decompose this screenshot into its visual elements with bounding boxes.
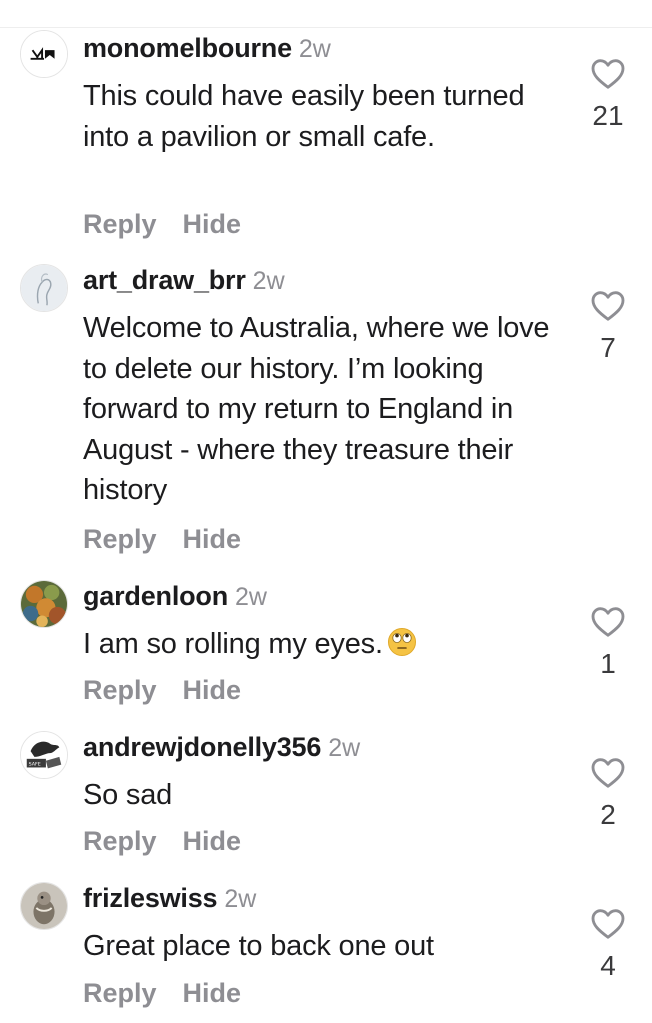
timestamp: 2w [224,885,257,913]
comment-text: Great place to back one out [83,930,434,962]
like-count: 1 [600,648,616,679]
comment-header: andrewjdonelly356 2w [83,729,360,765]
heart-icon[interactable] [590,288,626,322]
heart-icon[interactable] [590,604,626,638]
autumn-leaves-avatar-icon [21,581,67,627]
username[interactable]: monomelbourne [83,33,292,63]
face-with-rolling-eyes-icon [387,627,417,657]
heart-icon[interactable] [590,56,626,90]
heart-icon[interactable] [590,755,626,789]
reply-button[interactable]: Reply [83,209,157,239]
avatar[interactable] [20,264,68,312]
comment-actions: Reply Hide [83,521,267,557]
hide-button[interactable]: Hide [183,675,242,705]
comment-header: monomelbourne 2w [83,30,331,66]
username[interactable]: art_draw_brr [83,265,246,295]
horse-sign-avatar-icon: SAFE [21,732,67,778]
comment-header: frizleswiss 2w [83,880,256,916]
reply-button[interactable]: Reply [83,826,157,856]
timestamp: 2w [328,734,361,762]
avatar[interactable] [20,882,68,930]
like-count: 4 [600,950,616,981]
comment-header: gardenloon 2w [83,578,267,614]
hide-button[interactable]: Hide [183,978,242,1008]
bird-avatar-icon [21,883,67,929]
like-count: 2 [600,799,616,830]
reply-button[interactable]: Reply [83,524,157,554]
comment-actions: Reply Hide [83,823,267,859]
username[interactable]: andrewjdonelly356 [83,732,321,762]
username[interactable]: frizleswiss [83,883,218,913]
timestamp: 2w [235,583,267,611]
avatar[interactable] [20,30,68,78]
avatar[interactable] [20,580,68,628]
comment-text: Welcome to Australia, where we love to d… [83,312,550,507]
username[interactable]: gardenloon [83,581,228,611]
comment-text: So sad [83,779,173,811]
comment-actions: Reply Hide [83,672,267,708]
svg-text:SAFE: SAFE [29,762,41,768]
timestamp: 2w [252,267,285,295]
reply-button[interactable]: Reply [83,675,157,705]
comment-actions: Reply Hide [83,206,267,242]
hide-button[interactable]: Hide [183,826,242,856]
reply-button[interactable]: Reply [83,978,157,1008]
hide-button[interactable]: Hide [183,524,242,554]
like-count: 7 [600,332,616,363]
comment-header: art_draw_brr 2w [83,262,285,298]
avatar[interactable]: SAFE [20,731,68,779]
comment-actions: Reply Hide [83,975,267,1011]
sketch-avatar-icon [21,265,67,311]
hide-button[interactable]: Hide [183,209,242,239]
comment-text: This could have easily been turned into … [83,80,525,153]
mono-logo-avatar-icon [21,31,67,77]
heart-icon[interactable] [590,906,626,940]
comment-text-block: I am so rolling my eyes. [83,624,563,665]
top-divider [0,27,652,28]
timestamp: 2w [298,35,331,63]
comment-text: I am so rolling my eyes. [83,628,383,660]
like-count: 21 [592,100,624,131]
